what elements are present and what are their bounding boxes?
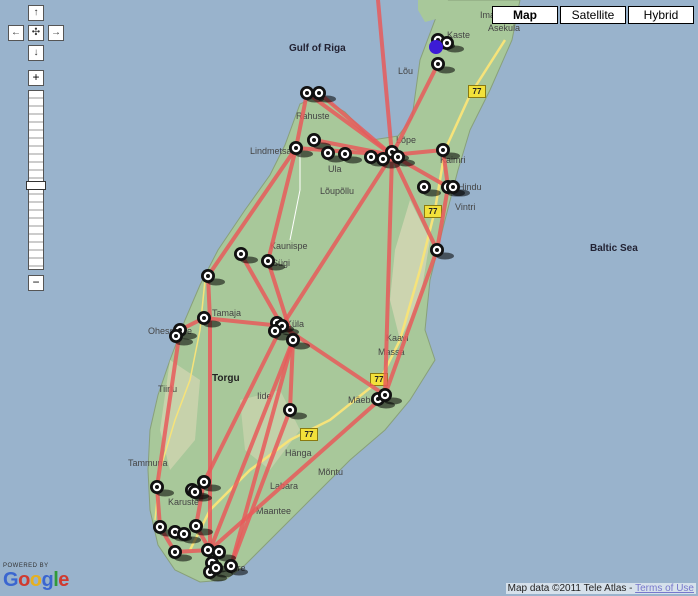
route-marker-center bbox=[194, 524, 198, 528]
route-marker-center bbox=[158, 525, 162, 529]
pan-control: ↑ ← ✣ → ↓ bbox=[8, 5, 64, 61]
map-type-satellite-button[interactable]: Satellite bbox=[560, 6, 626, 24]
zoom-out-button[interactable]: − bbox=[28, 275, 44, 291]
route-marker-center bbox=[273, 329, 277, 333]
powered-by-google[interactable]: POWERED BY Google bbox=[3, 563, 69, 592]
terms-of-use-link[interactable]: Terms of Use bbox=[635, 583, 694, 594]
map-type-hybrid-button[interactable]: Hybrid bbox=[628, 6, 694, 24]
selected-marker bbox=[429, 40, 443, 54]
zoom-slider-thumb[interactable] bbox=[26, 180, 46, 190]
zoom-in-button[interactable]: + bbox=[28, 70, 44, 86]
route-marker-center bbox=[206, 274, 210, 278]
route-marker-center bbox=[202, 480, 206, 484]
route-marker-center bbox=[239, 252, 243, 256]
route-marker-center bbox=[369, 155, 373, 159]
route-marker-center bbox=[229, 564, 233, 568]
route-marker-center bbox=[435, 248, 439, 252]
map-copyright: Map data ©2011 Tele Atlas - Terms of Use bbox=[505, 583, 696, 594]
map-canvas[interactable]: Gulf of Riga Baltic Sea Imara Asekula Ka… bbox=[0, 0, 698, 596]
route-marker-center bbox=[343, 152, 347, 156]
map-type-selector: Map Satellite Hybrid bbox=[492, 6, 694, 24]
pan-left-icon[interactable]: ← bbox=[8, 25, 24, 41]
route-marker-center bbox=[383, 393, 387, 397]
route-marker-center bbox=[173, 530, 177, 534]
route-marker-center bbox=[445, 41, 449, 45]
route-marker-center bbox=[174, 334, 178, 338]
route-marker-center bbox=[441, 148, 445, 152]
route-marker-center bbox=[173, 550, 177, 554]
route-marker-center bbox=[312, 138, 316, 142]
route-marker-center bbox=[317, 91, 321, 95]
copyright-text: Map data ©2011 Tele Atlas - bbox=[507, 583, 636, 594]
route-marker-center bbox=[381, 157, 385, 161]
route-marker-center bbox=[305, 91, 309, 95]
route-marker-center bbox=[155, 485, 159, 489]
route-marker-center bbox=[288, 408, 292, 412]
route-marker-center bbox=[326, 151, 330, 155]
route-marker-center bbox=[202, 316, 206, 320]
route-marker-center bbox=[182, 532, 186, 536]
route-marker-center bbox=[436, 62, 440, 66]
route-marker-center bbox=[294, 146, 298, 150]
pan-up-icon[interactable]: ↑ bbox=[28, 5, 44, 21]
map-type-map-button[interactable]: Map bbox=[492, 6, 558, 24]
pan-down-icon[interactable]: ↓ bbox=[28, 45, 44, 61]
google-logo: Google bbox=[3, 569, 69, 591]
route-marker-center bbox=[214, 566, 218, 570]
route-marker-center bbox=[217, 550, 221, 554]
route-marker-center bbox=[193, 490, 197, 494]
pan-center-icon[interactable]: ✣ bbox=[28, 25, 44, 41]
route-marker-center bbox=[266, 259, 270, 263]
route-markers bbox=[150, 33, 470, 582]
route-marker-center bbox=[206, 548, 210, 552]
route-marker-center bbox=[422, 185, 426, 189]
route-overlay bbox=[150, 0, 470, 582]
route-marker-center bbox=[451, 185, 455, 189]
route-marker-center bbox=[396, 155, 400, 159]
pan-right-icon[interactable]: → bbox=[48, 25, 64, 41]
route-marker-center bbox=[291, 338, 295, 342]
